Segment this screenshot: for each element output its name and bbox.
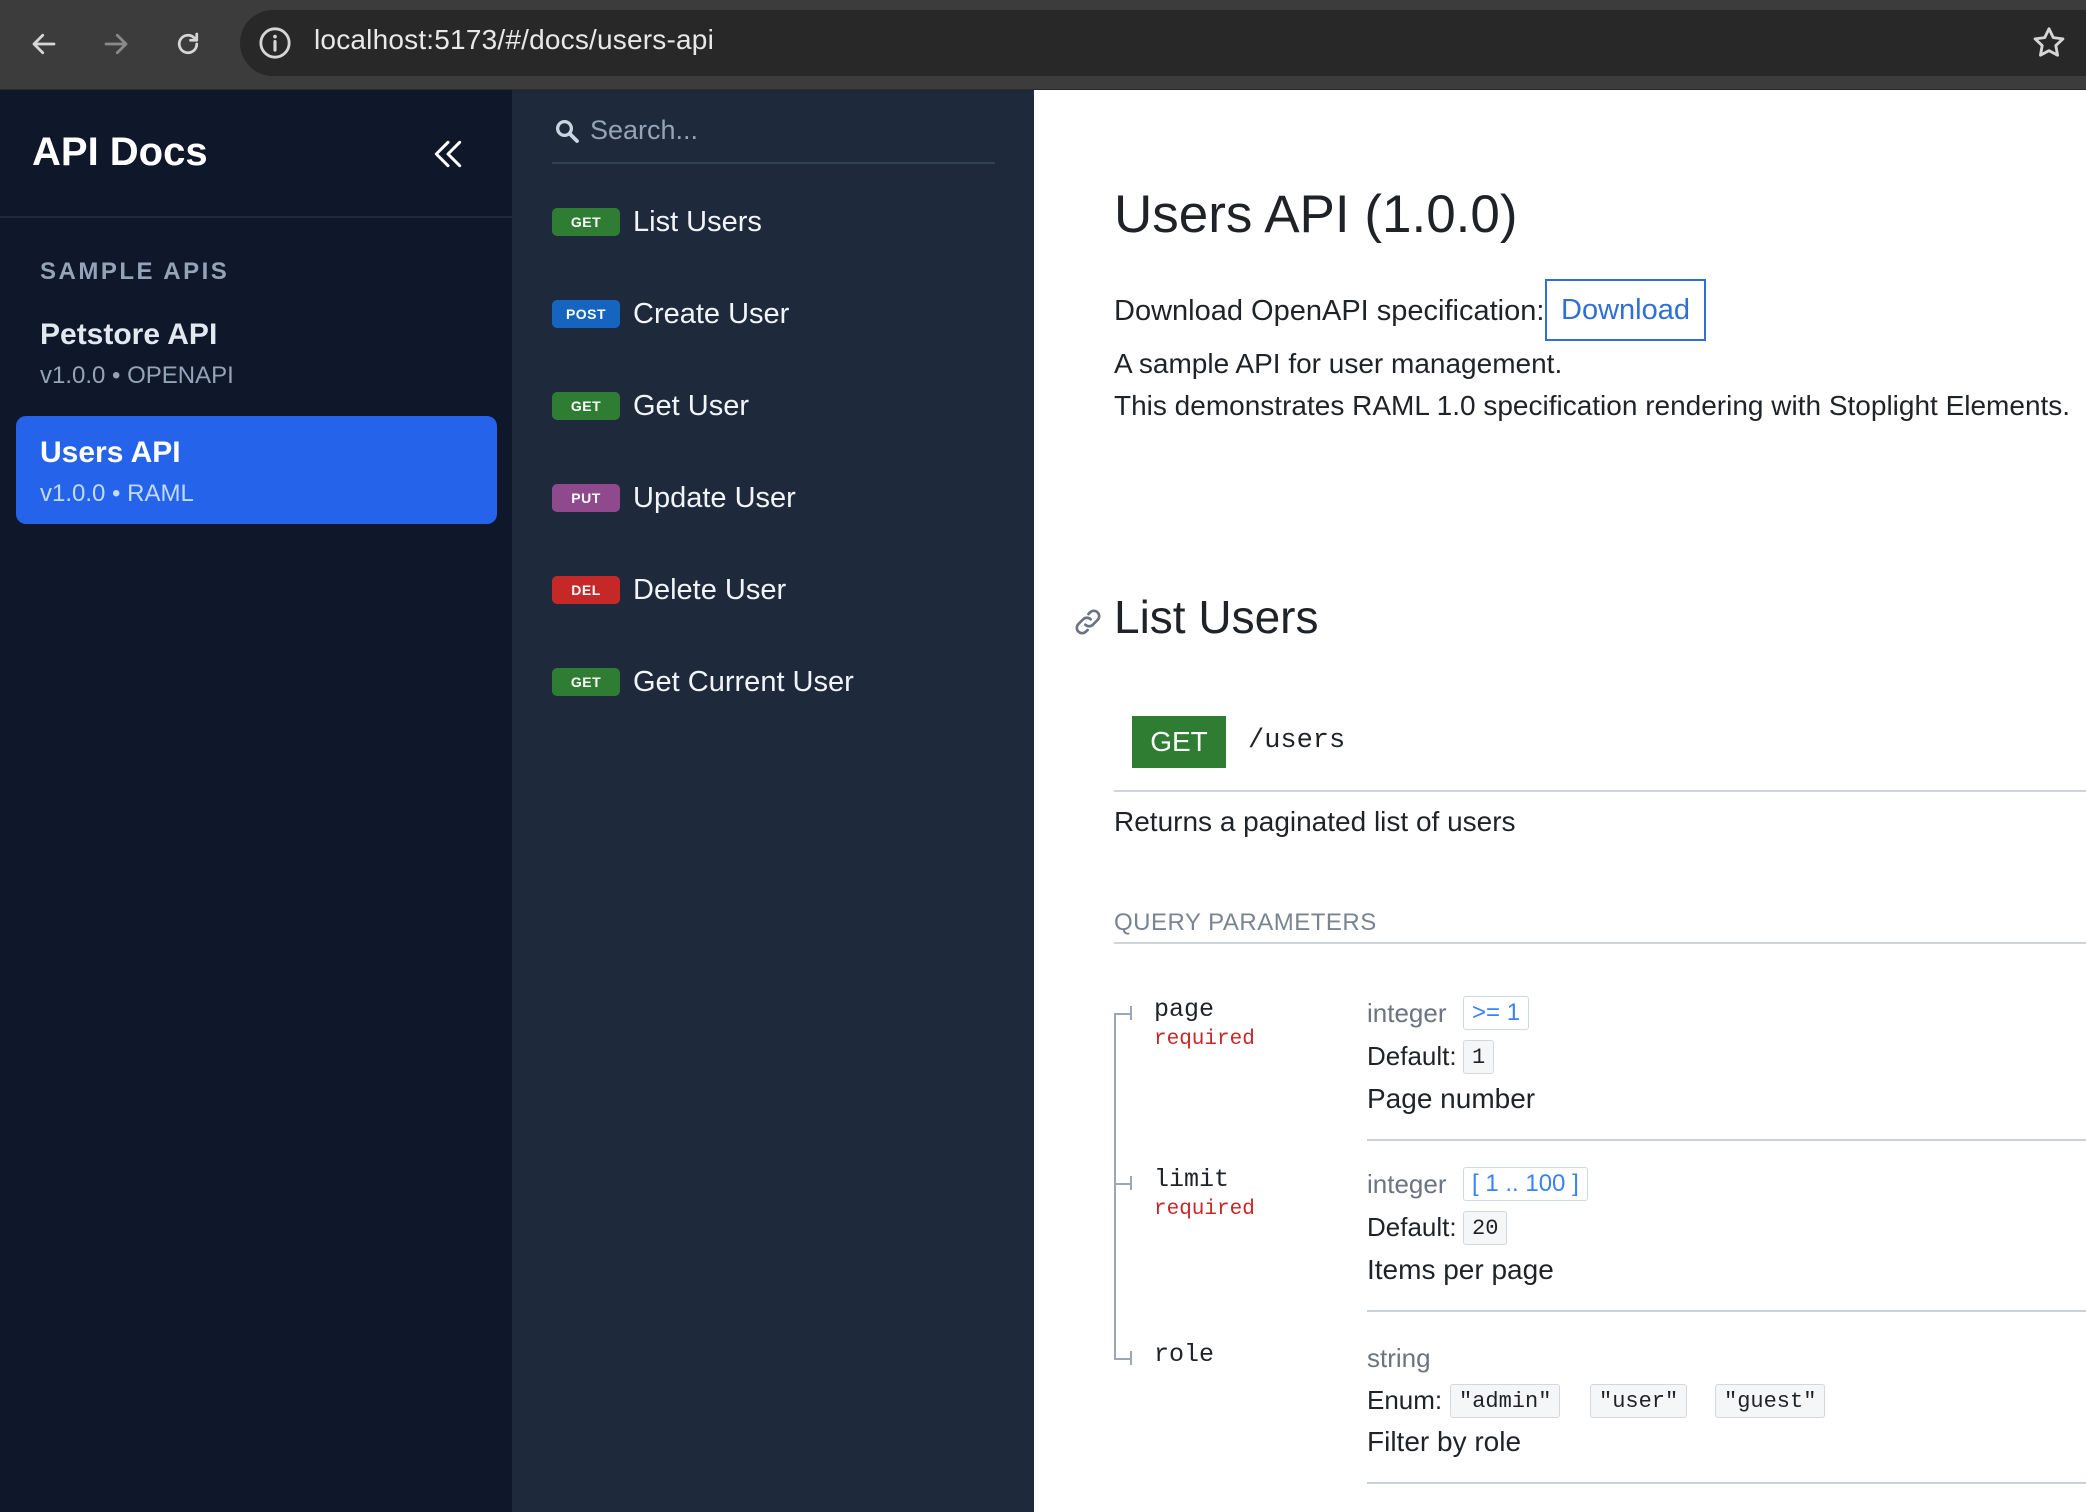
operation-label: Update User <box>633 482 796 514</box>
divider <box>1114 790 2086 792</box>
method-badge: GET <box>552 392 620 420</box>
link-icon[interactable] <box>1072 606 1104 638</box>
section-title: List Users <box>1114 591 1319 643</box>
api-sidebar: API Docs SAMPLE APIS Petstore API v1.0.0… <box>0 90 512 1512</box>
main-content: Users API (1.0.0) Download OpenAPI speci… <box>1034 90 2086 1512</box>
param-description: Page number <box>1367 1083 1536 1114</box>
api-meta: v1.0.0 • RAML <box>40 480 194 507</box>
sidebar-header: API Docs <box>0 90 512 218</box>
param-tree-branch <box>1114 1013 1130 1015</box>
sidebar-title: API Docs <box>32 130 208 174</box>
param-tree-cap <box>1130 1176 1132 1190</box>
arrow-left-icon <box>32 33 56 55</box>
enum-label: Enum: <box>1367 1385 1443 1415</box>
param-name: role <box>1154 1340 1215 1369</box>
param-type: integer <box>1367 1169 1447 1199</box>
site-info-icon[interactable] <box>258 26 292 60</box>
operation-item-get-current-user[interactable]: GET Get Current User <box>552 654 1012 714</box>
reload-icon <box>177 32 199 55</box>
param-description: Filter by role <box>1367 1426 1522 1457</box>
search-box <box>552 108 995 164</box>
divider <box>1367 1139 2086 1141</box>
http-method-badge: GET <box>1132 716 1226 768</box>
search-icon <box>556 120 579 143</box>
operation-item-list-users[interactable]: GET List Users <box>552 194 1012 254</box>
method-badge: DEL <box>552 576 620 604</box>
sidebar-item-petstore-api[interactable]: Petstore API v1.0.0 • OPENAPI <box>16 298 497 406</box>
query-params-title: QUERY PARAMETERS <box>1114 909 1377 936</box>
param-default-value: 20 <box>1463 1211 1508 1245</box>
operation-item-delete-user[interactable]: DEL Delete User <box>552 562 1012 622</box>
api-description: This demonstrates RAML 1.0 specification… <box>1114 390 2071 421</box>
browser-toolbar: localhost:5173/#/docs/users-api <box>0 0 2086 90</box>
download-button[interactable]: Download <box>1545 279 1706 341</box>
page-title: Users API (1.0.0) <box>1114 185 1518 244</box>
operation-description: Returns a paginated list of users <box>1114 806 1516 837</box>
param-default-value: 1 <box>1463 1040 1495 1074</box>
operation-item-update-user[interactable]: PUT Update User <box>552 470 1012 530</box>
param-constraint: >= 1 <box>1463 996 1530 1030</box>
enum-value: "admin" <box>1450 1384 1561 1418</box>
param-tree-branch <box>1114 1358 1130 1360</box>
download-label: Download OpenAPI specification: <box>1114 295 1545 327</box>
api-meta: v1.0.0 • OPENAPI <box>40 362 234 389</box>
endpoint-path: /users <box>1248 726 1346 756</box>
reload-button[interactable] <box>166 22 210 66</box>
operations-panel: GET List Users POST Create User GET Get … <box>512 90 1034 1512</box>
operation-label: Get User <box>633 390 750 422</box>
operation-label: Delete User <box>633 574 787 606</box>
param-tree-line <box>1114 1013 1116 1360</box>
collapse-sidebar-icon[interactable] <box>428 134 468 174</box>
operation-label: List Users <box>633 206 762 238</box>
forward-button[interactable] <box>94 22 138 66</box>
method-badge: GET <box>552 668 620 696</box>
operation-item-create-user[interactable]: POST Create User <box>552 286 1012 346</box>
method-badge: GET <box>552 208 620 236</box>
param-description: Items per page <box>1367 1254 1554 1285</box>
sidebar-section-label: SAMPLE APIS <box>40 258 230 285</box>
param-type: integer <box>1367 998 1447 1028</box>
param-name: limit <box>1154 1165 1230 1194</box>
param-type: string <box>1367 1343 1431 1373</box>
operation-item-get-user[interactable]: GET Get User <box>552 378 1012 438</box>
param-constraint: [ 1 .. 100 ] <box>1463 1167 1588 1201</box>
param-name: page <box>1154 995 1215 1024</box>
enum-value: "user" <box>1590 1384 1688 1418</box>
param-tree-cap <box>1130 1006 1132 1020</box>
param-tree-branch <box>1114 1183 1130 1185</box>
operation-label: Get Current User <box>633 666 854 698</box>
address-bar[interactable]: localhost:5173/#/docs/users-api <box>240 10 2086 76</box>
default-label: Default: <box>1367 1212 1457 1242</box>
enum-value: "guest" <box>1715 1384 1826 1418</box>
arrow-right-icon <box>104 33 128 55</box>
method-badge: PUT <box>552 484 620 512</box>
bookmark-star-icon[interactable] <box>2030 24 2068 62</box>
operation-label: Create User <box>633 298 790 330</box>
divider <box>1367 1310 2086 1312</box>
divider <box>1114 942 2086 944</box>
api-name: Users API <box>40 436 181 469</box>
param-required: required <box>1154 1028 1255 1051</box>
search-input[interactable] <box>590 110 990 150</box>
method-badge: POST <box>552 300 620 328</box>
api-name: Petstore API <box>40 318 218 351</box>
divider <box>1367 1482 2086 1484</box>
param-tree-cap <box>1130 1351 1132 1365</box>
sidebar-item-users-api[interactable]: Users API v1.0.0 • RAML <box>16 416 497 524</box>
url-text[interactable]: localhost:5173/#/docs/users-api <box>314 24 714 56</box>
api-description: A sample API for user management. <box>1114 348 1563 379</box>
param-required: required <box>1154 1198 1255 1221</box>
back-button[interactable] <box>22 22 66 66</box>
default-label: Default: <box>1367 1041 1457 1071</box>
